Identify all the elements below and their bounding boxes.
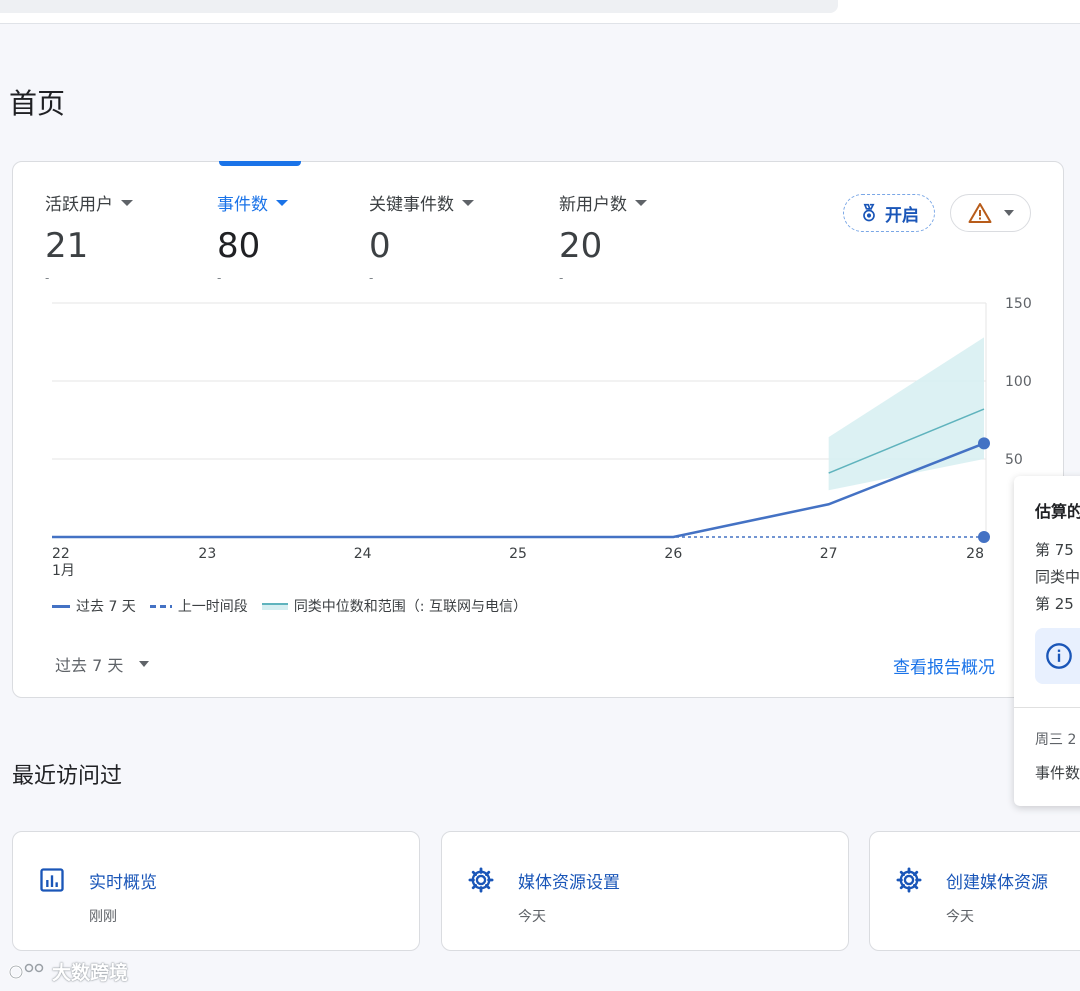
tooltip-line: 第 75 [1035,541,1074,559]
metric-label: 关键事件数 [369,195,454,215]
info-icon [1046,643,1072,669]
metric-label-dropdown[interactable]: 活跃用户 [45,190,133,215]
open-label: 开启 [885,205,919,226]
watermark-logo-icon [8,963,44,979]
recent-card-title: 实时概览 [89,873,157,893]
metric-delta: - [45,271,50,285]
metric-value: 20 [559,226,603,266]
recent-card-time: 刚刚 [89,909,117,925]
active-metric-indicator [219,161,301,166]
tooltip-line: 第 25 [1035,595,1074,613]
metric-delta: - [559,271,564,285]
tooltip-title: 估算的 [1035,502,1080,521]
bar-chart-icon [40,868,64,892]
recent-card-title: 创建媒体资源 [946,873,1048,893]
caret-down-icon [635,199,647,206]
metric-label: 活跃用户 [45,195,113,215]
chart-tooltip: 估算的 第 75 同类中 第 25 周三 2 事件数 [1014,476,1080,806]
metric-label-dropdown[interactable]: 关键事件数 [369,190,474,215]
tooltip-line: 同类中 [1035,568,1080,586]
metric-value: 80 [217,226,261,266]
legend-swatch-dashed [149,604,172,608]
warning-dropdown-button[interactable] [950,194,1031,232]
recent-card-time: 今天 [946,909,974,925]
gear-icon [468,867,494,893]
metric-event-count[interactable]: 事件数 80 - [217,190,288,285]
recent-card-property-settings[interactable]: 媒体资源设置 今天 [441,831,849,951]
metric-delta: - [369,271,374,285]
metric-label: 事件数 [217,195,268,215]
metric-key-events[interactable]: 关键事件数 0 - [369,190,474,285]
caret-down-icon [276,199,288,206]
caret-down-icon [1003,210,1014,216]
medal-icon [863,203,875,222]
legend-swatch-solid [52,604,70,608]
recent-card-time: 今天 [518,909,546,925]
legend-label: 同类中位数和范围（: 互联网与电信） [293,599,527,615]
legend-item-benchmark[interactable]: 同类中位数和范围（: 互联网与电信） [261,596,527,616]
date-range-dropdown[interactable]: 过去 7 天 [55,652,150,676]
metric-value: 21 [45,226,89,266]
recent-card-realtime[interactable]: 实时概览 刚刚 [12,831,420,951]
metric-value: 0 [369,226,391,266]
watermark: 大数跨境 [8,958,128,985]
overview-card [12,161,1064,698]
recent-section-title: 最近访问过 [12,764,123,789]
metric-new-users[interactable]: 新用户数 20 - [559,190,647,285]
tooltip-metric: 事件数 [1035,764,1080,782]
tooltip-date: 周三 2 [1035,732,1077,748]
page-title: 首页 [9,87,66,120]
legend-item-current[interactable]: 过去 7 天 [52,596,136,616]
chart-legend: 过去 7 天 上一时间段 同类中位数和范围（: 互联网与电信） [52,596,527,616]
search-bar[interactable] [0,0,838,13]
legend-item-previous[interactable]: 上一时间段 [149,596,248,616]
legend-label: 上一时间段 [177,599,248,615]
metric-delta: - [217,271,222,285]
tooltip-divider [1014,707,1080,708]
tooltip-info-box [1035,628,1080,684]
caret-down-icon [462,199,474,206]
gear-icon [896,867,922,893]
legend-label: 过去 7 天 [76,599,136,615]
benchmark-open-button[interactable]: 开启 [843,194,935,232]
metric-label-dropdown[interactable]: 新用户数 [559,190,647,215]
legend-swatch-range [261,602,288,610]
metric-active-users[interactable]: 活跃用户 21 - [45,190,133,285]
watermark-text: 大数跨境 [52,962,129,984]
caret-down-icon [139,661,150,667]
view-report-link[interactable]: 查看报告概况 [893,653,995,678]
recent-card-create-property[interactable]: 创建媒体资源 今天 [869,831,1080,951]
top-bar [0,0,1080,24]
caret-down-icon [121,199,133,206]
date-range-label: 过去 7 天 [55,656,124,675]
warning-icon [968,203,991,223]
metric-label-dropdown[interactable]: 事件数 [217,190,288,215]
metric-label: 新用户数 [559,195,627,215]
recent-card-title: 媒体资源设置 [518,873,620,893]
